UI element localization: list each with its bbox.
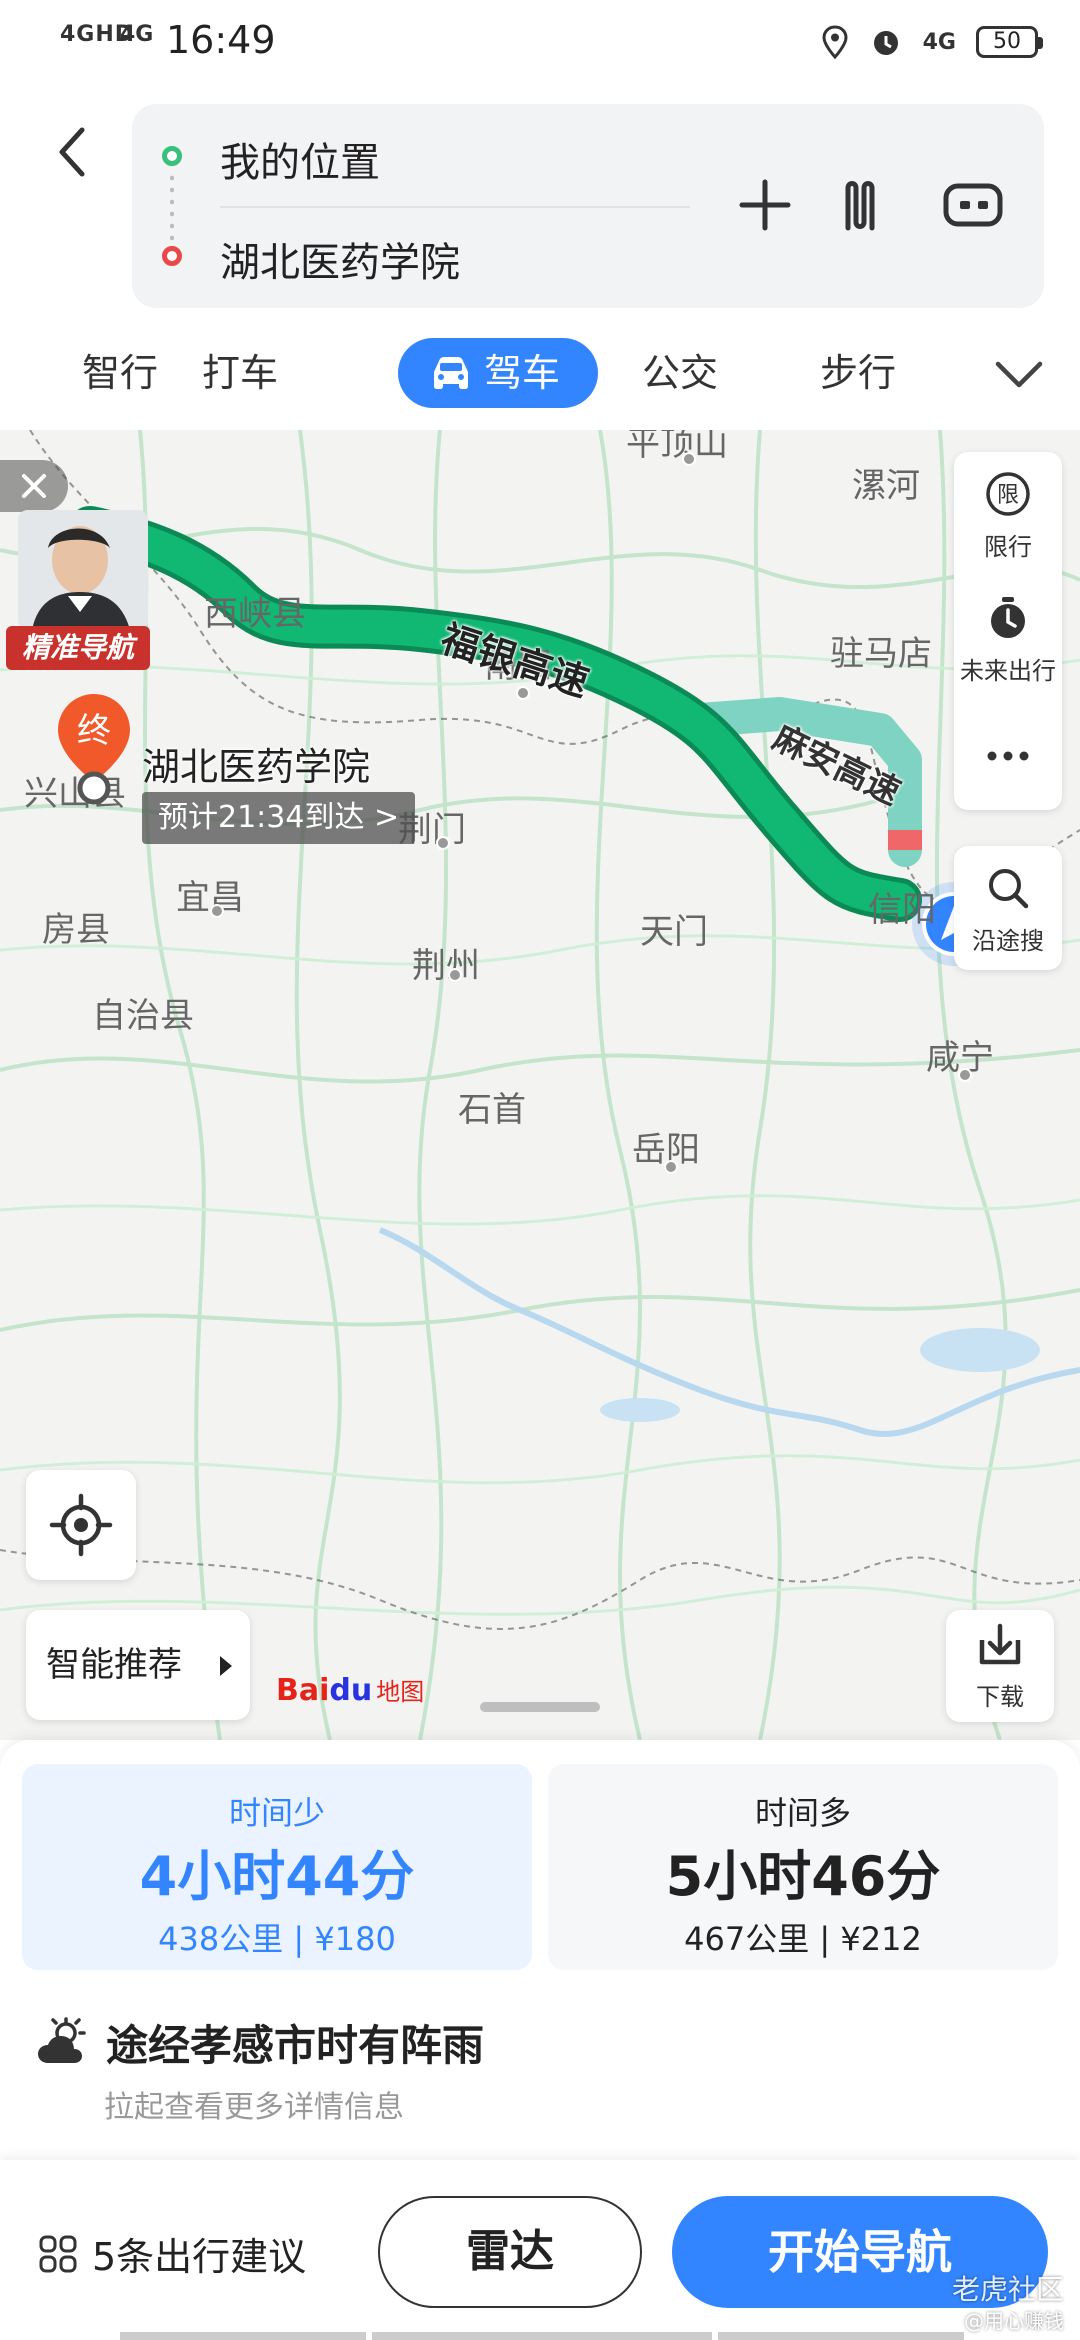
weather-notice[interactable]: 途经孝感市时有阵雨	[36, 2012, 484, 2072]
search-icon	[989, 869, 1029, 909]
origin-field[interactable]: 我的位置	[220, 130, 380, 188]
route-connector	[170, 172, 174, 242]
restrict-button[interactable]: 限 限行	[954, 452, 1062, 576]
route-preference-icon[interactable]	[938, 170, 1008, 240]
timer-icon	[991, 597, 1025, 638]
weather-text: 途经孝感市时有阵雨	[106, 2020, 485, 2070]
back-arrow-icon[interactable]	[48, 122, 98, 182]
gesture-bar	[120, 2332, 366, 2340]
chevron-down-icon[interactable]	[992, 354, 1046, 394]
clock: 16:49	[166, 18, 276, 62]
travel-advice-button[interactable]: 5条出行建议	[38, 2226, 306, 2281]
place-label: 荆州	[412, 946, 480, 986]
locate-button[interactable]	[26, 1470, 136, 1580]
future-trip-label: 未来出行	[960, 657, 1056, 685]
future-trip-button[interactable]: 未来出行	[954, 576, 1062, 700]
smart-recommend-button[interactable]: 智能推荐	[26, 1610, 250, 1720]
place-label: 自治县	[92, 996, 194, 1036]
route-duration: 5小时46分	[665, 1845, 941, 1908]
watermark-handle: @用心赚钱	[964, 2309, 1064, 2333]
city-dot	[448, 968, 462, 982]
route-tag: 时间多	[754, 1794, 851, 1832]
weather-cloud-sun-icon	[38, 2017, 86, 2063]
action-bar: 5条出行建议 雷达 开始导航 老虎社区 @用心赚钱	[0, 2160, 1080, 2340]
status-bar: 4GHD 4G 16:49 4G 50	[0, 0, 1080, 84]
tab-bus[interactable]: 公交	[624, 338, 736, 408]
route-sheet: 时间少 4小时44分 438公里 | ¥180 时间多 5小时46分 467公里…	[0, 1740, 1080, 2340]
swap-route-icon[interactable]	[828, 170, 898, 240]
restrict-label: 限行	[984, 533, 1032, 561]
route-tag: 时间少	[228, 1794, 325, 1832]
navigator-avatar[interactable]	[18, 510, 148, 630]
destination-field[interactable]: 湖北医药学院	[220, 230, 460, 288]
mode-tabs: 智行 打车 驾车 公交 步行	[0, 322, 1080, 422]
promo-badge[interactable]: 精准导航	[6, 626, 150, 670]
map-tool-panel: 限 限行 未来出行	[954, 452, 1062, 810]
more-icon	[987, 751, 1029, 761]
svg-text:终: 终	[77, 711, 111, 751]
restriction-icon: 限	[986, 472, 1030, 516]
search-along-label: 沿途搜	[972, 927, 1044, 955]
car-icon	[434, 357, 468, 389]
origin-dot-icon	[162, 146, 182, 166]
city-dot	[664, 1160, 678, 1174]
map-view[interactable]: 平顶山 漯河 西峡县 南阳 驻马店 信阳 房县 兴山县 荆门 宜昌 天门 荆州	[0, 430, 1080, 1740]
add-stop-icon[interactable]	[730, 170, 800, 240]
place-label: 平顶山	[626, 430, 728, 464]
route-duration: 4小时44分	[139, 1845, 415, 1908]
watermark: 老虎社区	[951, 2273, 1064, 2306]
city-dot	[210, 904, 224, 918]
route-meta: 438公里 | ¥180	[158, 1920, 396, 1958]
download-label: 下载	[976, 1683, 1024, 1711]
signal-label-2: 4G	[120, 22, 154, 47]
route-card-fast[interactable]: 时间少 4小时44分 438公里 | ¥180	[22, 1764, 532, 1970]
smart-recommend-label: 智能推荐	[46, 1645, 182, 1685]
tab-taxi[interactable]: 打车	[184, 338, 296, 408]
close-icon[interactable]	[0, 460, 68, 512]
place-label: 石首	[458, 1090, 526, 1130]
destination-dot-icon	[162, 246, 182, 266]
gesture-bar	[718, 2332, 964, 2340]
play-triangle-icon	[220, 1656, 232, 1676]
route-input-box: 我的位置 湖北医药学院	[132, 104, 1044, 308]
gesture-bar	[372, 2332, 712, 2340]
place-label: 驻马店	[830, 634, 932, 674]
search-along-button[interactable]: 沿途搜	[954, 846, 1062, 970]
place-label: 西峡县	[204, 594, 306, 634]
place-label: 信阳	[868, 890, 936, 930]
status-icons: 4G 50	[821, 20, 1043, 64]
battery-icon: 50	[976, 26, 1043, 58]
svg-text:限: 限	[997, 483, 1019, 508]
baidu-map-logo: Baidu 地图	[276, 1673, 425, 1708]
place-label: 漯河	[852, 466, 920, 506]
more-button[interactable]	[954, 700, 1062, 810]
place-label: 房县	[42, 910, 110, 950]
travel-advice-label: 5条出行建议	[92, 2235, 307, 2279]
place-label: 天门	[640, 912, 708, 952]
destination-label: 湖北医药学院	[142, 745, 371, 789]
tab-drive[interactable]: 驾车	[398, 338, 598, 408]
tab-smart[interactable]: 智行	[64, 338, 176, 408]
weather-subtext: 拉起查看更多详情信息	[104, 2090, 404, 2125]
city-dot	[682, 452, 696, 466]
download-icon	[979, 1623, 1021, 1665]
crosshair-icon	[49, 1493, 113, 1557]
tab-walk[interactable]: 步行	[802, 338, 914, 408]
signal-label-3: 4G	[922, 29, 956, 55]
download-button[interactable]: 下载	[946, 1610, 1054, 1722]
city-dot	[436, 836, 450, 850]
location-icon	[822, 25, 848, 59]
sheet-handle[interactable]	[480, 1702, 600, 1712]
destination-pin-icon: 终	[58, 694, 130, 805]
search-along-panel: 沿途搜	[954, 846, 1062, 970]
radar-button[interactable]: 雷达	[378, 2196, 642, 2308]
route-card-alt[interactable]: 时间多 5小时46分 467公里 | ¥212	[548, 1764, 1058, 1970]
route-meta: 467公里 | ¥212	[684, 1920, 922, 1958]
alarm-icon	[873, 31, 898, 55]
divider	[220, 206, 690, 208]
eta-tag[interactable]: 预计21:34到达 >	[142, 792, 416, 844]
city-dot	[958, 1068, 972, 1082]
grid-icon	[39, 2235, 77, 2272]
tab-drive-label: 驾车	[484, 351, 561, 395]
